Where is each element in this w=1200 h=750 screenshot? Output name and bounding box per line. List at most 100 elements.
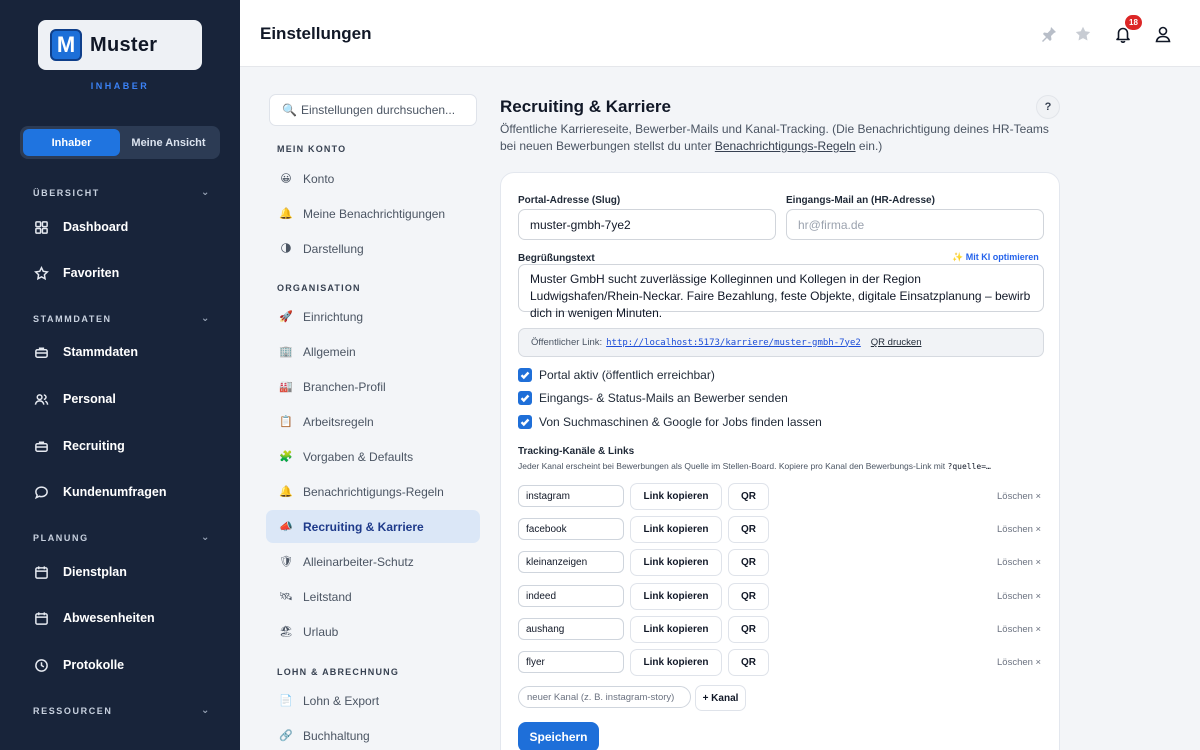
star-icon[interactable] (1073, 24, 1093, 44)
add-channel-button[interactable]: + Kanal (695, 685, 746, 711)
settings-item-label: Lohn & Export (303, 693, 380, 708)
nav-section-ressourcen[interactable]: RESSOURCEN ⌄ (33, 705, 211, 716)
settings-item-vorgaben-defaults[interactable]: 🧩 Vorgaben & Defaults (266, 440, 480, 473)
settings-section-title: ORGANISATION (277, 283, 361, 293)
greeting-textarea[interactable]: Muster GmbH sucht zuverlässige Kolleginn… (518, 264, 1044, 320)
moon-icon: 🌗 (280, 243, 292, 255)
pin-icon[interactable] (1039, 24, 1059, 44)
qr-button[interactable]: QR (728, 549, 769, 576)
settings-item-lohn-export[interactable]: 📄 Lohn & Export (266, 684, 480, 717)
channel-input[interactable]: facebook (518, 518, 624, 540)
chat-icon (33, 484, 49, 500)
nav-item-favoriten[interactable]: Favoriten (33, 261, 223, 285)
settings-search-input[interactable]: 🔍 Einstellungen durchsuchen... (269, 94, 477, 126)
save-button[interactable]: Speichern (518, 722, 599, 750)
recruiting-settings-card: Portal-Adresse (Slug) muster-gmbh-7ye2 E… (500, 172, 1060, 750)
nav-item-dashboard[interactable]: Dashboard (33, 215, 223, 239)
copy-link-button[interactable]: Link kopieren (630, 616, 722, 643)
nav-item-label: Recruiting (63, 439, 125, 453)
settings-item-meine-benachrichtigungen[interactable]: 🔔 Meine Benachrichtigungen (266, 197, 480, 230)
nav-item-personal[interactable]: Personal (33, 387, 223, 411)
qr-button[interactable]: QR (728, 516, 769, 543)
qr-button[interactable]: QR (728, 649, 769, 676)
nav-section-uebersicht[interactable]: ÜBERSICHT ⌄ (33, 187, 211, 198)
delete-channel-button[interactable]: Löschen × (997, 491, 1041, 502)
view-toggle: Inhaber Meine Ansicht (20, 126, 220, 159)
settings-item-konto[interactable]: 😀 Konto (266, 162, 480, 195)
slug-label: Portal-Adresse (Slug) (518, 195, 621, 206)
tracking-description-text: Jeder Kanal erscheint bei Bewerbungen al… (518, 461, 948, 471)
checkbox-status-mails[interactable]: Eingangs- & Status-Mails an Bewerber sen… (518, 391, 788, 405)
search-icon: 🔍 (282, 103, 297, 117)
copy-link-button[interactable]: Link kopieren (630, 649, 722, 676)
new-channel-input[interactable]: neuer Kanal (z. B. instagram-story) (518, 686, 691, 708)
shield-icon: 🛡 (279, 556, 293, 568)
bell-icon: 🔔 (279, 208, 293, 220)
checkbox-portal-active[interactable]: Portal aktiv (öffentlich erreichbar) (518, 368, 715, 382)
settings-item-leitstand[interactable]: 🛰 Leitstand (266, 580, 480, 613)
nav-item-dienstplan[interactable]: Dienstplan (33, 560, 223, 584)
settings-item-alleinarbeiter-schutz[interactable]: 🛡 Alleinarbeiter-Schutz (266, 545, 480, 578)
copy-link-button[interactable]: Link kopieren (630, 583, 722, 610)
channel-input[interactable]: indeed (518, 585, 624, 607)
copy-link-button[interactable]: Link kopieren (630, 516, 722, 543)
settings-item-allgemein[interactable]: 🏢 Allgemein (266, 335, 480, 368)
logo-mark-icon: M (50, 29, 82, 61)
qr-button[interactable]: QR (728, 616, 769, 643)
qr-button[interactable]: QR (728, 483, 769, 510)
satellite-icon: 🛰 (279, 591, 293, 603)
settings-item-label: Buchhaltung (303, 728, 370, 743)
delete-channel-button[interactable]: Löschen × (997, 591, 1041, 602)
slug-input[interactable]: muster-gmbh-7ye2 (518, 209, 776, 240)
nav-section-planung[interactable]: PLANUNG ⌄ (33, 532, 211, 543)
settings-item-label: Meine Benachrichtigungen (303, 206, 446, 221)
view-my-button[interactable]: Meine Ansicht (120, 129, 217, 156)
nav-section-title: PLANUNG (33, 532, 89, 543)
checkbox-checked-icon[interactable] (518, 368, 532, 382)
ai-optimize-button[interactable]: ✨ Mit KI optimieren (952, 252, 1039, 263)
settings-item-label: Recruiting & Karriere (303, 519, 424, 534)
settings-nav: 🔍 Einstellungen durchsuchen... MEIN KONT… (266, 82, 484, 750)
qr-button[interactable]: QR (728, 583, 769, 610)
public-link-url[interactable]: http://localhost:5173/karriere/muster-gm… (606, 338, 861, 348)
settings-item-einrichtung[interactable]: 🚀 Einrichtung (266, 300, 480, 333)
nav-item-stammdaten[interactable]: Stammdaten (33, 340, 223, 364)
qr-print-link[interactable]: QR drucken (871, 337, 922, 348)
settings-item-branchen-profil[interactable]: 🏭 Branchen-Profil (266, 370, 480, 403)
settings-item-arbeitsregeln[interactable]: 📋 Arbeitsregeln (266, 405, 480, 438)
nav-item-protokolle[interactable]: Protokolle (33, 653, 223, 677)
brand-logo[interactable]: M Muster (38, 20, 202, 70)
delete-channel-button[interactable]: Löschen × (997, 524, 1041, 535)
settings-item-recruiting-karriere[interactable]: 📣 Recruiting & Karriere (266, 510, 480, 543)
channel-input[interactable]: aushang (518, 618, 624, 640)
hr-mail-input[interactable]: hr@firma.de (786, 209, 1044, 240)
settings-item-benachrichtigungs-regeln[interactable]: 🔔 Benachrichtigungs-Regeln (266, 475, 480, 508)
channel-input[interactable]: instagram (518, 485, 624, 507)
user-icon[interactable] (1153, 24, 1173, 44)
checkbox-checked-icon[interactable] (518, 391, 532, 405)
nav-item-recruiting[interactable]: Recruiting (33, 434, 223, 458)
nav-item-abwesenheiten[interactable]: Abwesenheiten (33, 606, 223, 630)
settings-item-buchhaltung[interactable]: 🔗 Buchhaltung (266, 719, 480, 750)
copy-link-button[interactable]: Link kopieren (630, 483, 722, 510)
settings-item-darstellung[interactable]: 🌗 Darstellung (266, 232, 480, 265)
delete-channel-button[interactable]: Löschen × (997, 557, 1041, 568)
delete-channel-button[interactable]: Löschen × (997, 624, 1041, 635)
checkbox-checked-icon[interactable] (518, 415, 532, 429)
view-owner-button[interactable]: Inhaber (23, 129, 120, 156)
checkbox-search-engines[interactable]: Von Suchmaschinen & Google for Jobs find… (518, 415, 822, 429)
nav-item-kundenumfragen[interactable]: Kundenumfragen (33, 480, 223, 504)
notification-rules-link[interactable]: Benachrichtigungs-Regeln (715, 139, 856, 153)
nav-section-stammdaten[interactable]: STAMMDATEN ⌄ (33, 313, 211, 324)
nav-section-title: STAMMDATEN (33, 313, 112, 324)
delete-channel-button[interactable]: Löschen × (997, 657, 1041, 668)
checkbox-label: Portal aktiv (öffentlich erreichbar) (539, 368, 715, 382)
chevron-down-icon: ⌄ (201, 187, 211, 198)
help-button[interactable]: ? (1036, 95, 1060, 119)
channel-input[interactable]: kleinanzeigen (518, 551, 624, 573)
greeting-label: Begrüßungstext (518, 253, 595, 264)
public-link-label: Öffentlicher Link: (531, 337, 603, 348)
channel-input[interactable]: flyer (518, 651, 624, 673)
settings-item-urlaub[interactable]: 🏖 Urlaub (266, 615, 480, 648)
copy-link-button[interactable]: Link kopieren (630, 549, 722, 576)
